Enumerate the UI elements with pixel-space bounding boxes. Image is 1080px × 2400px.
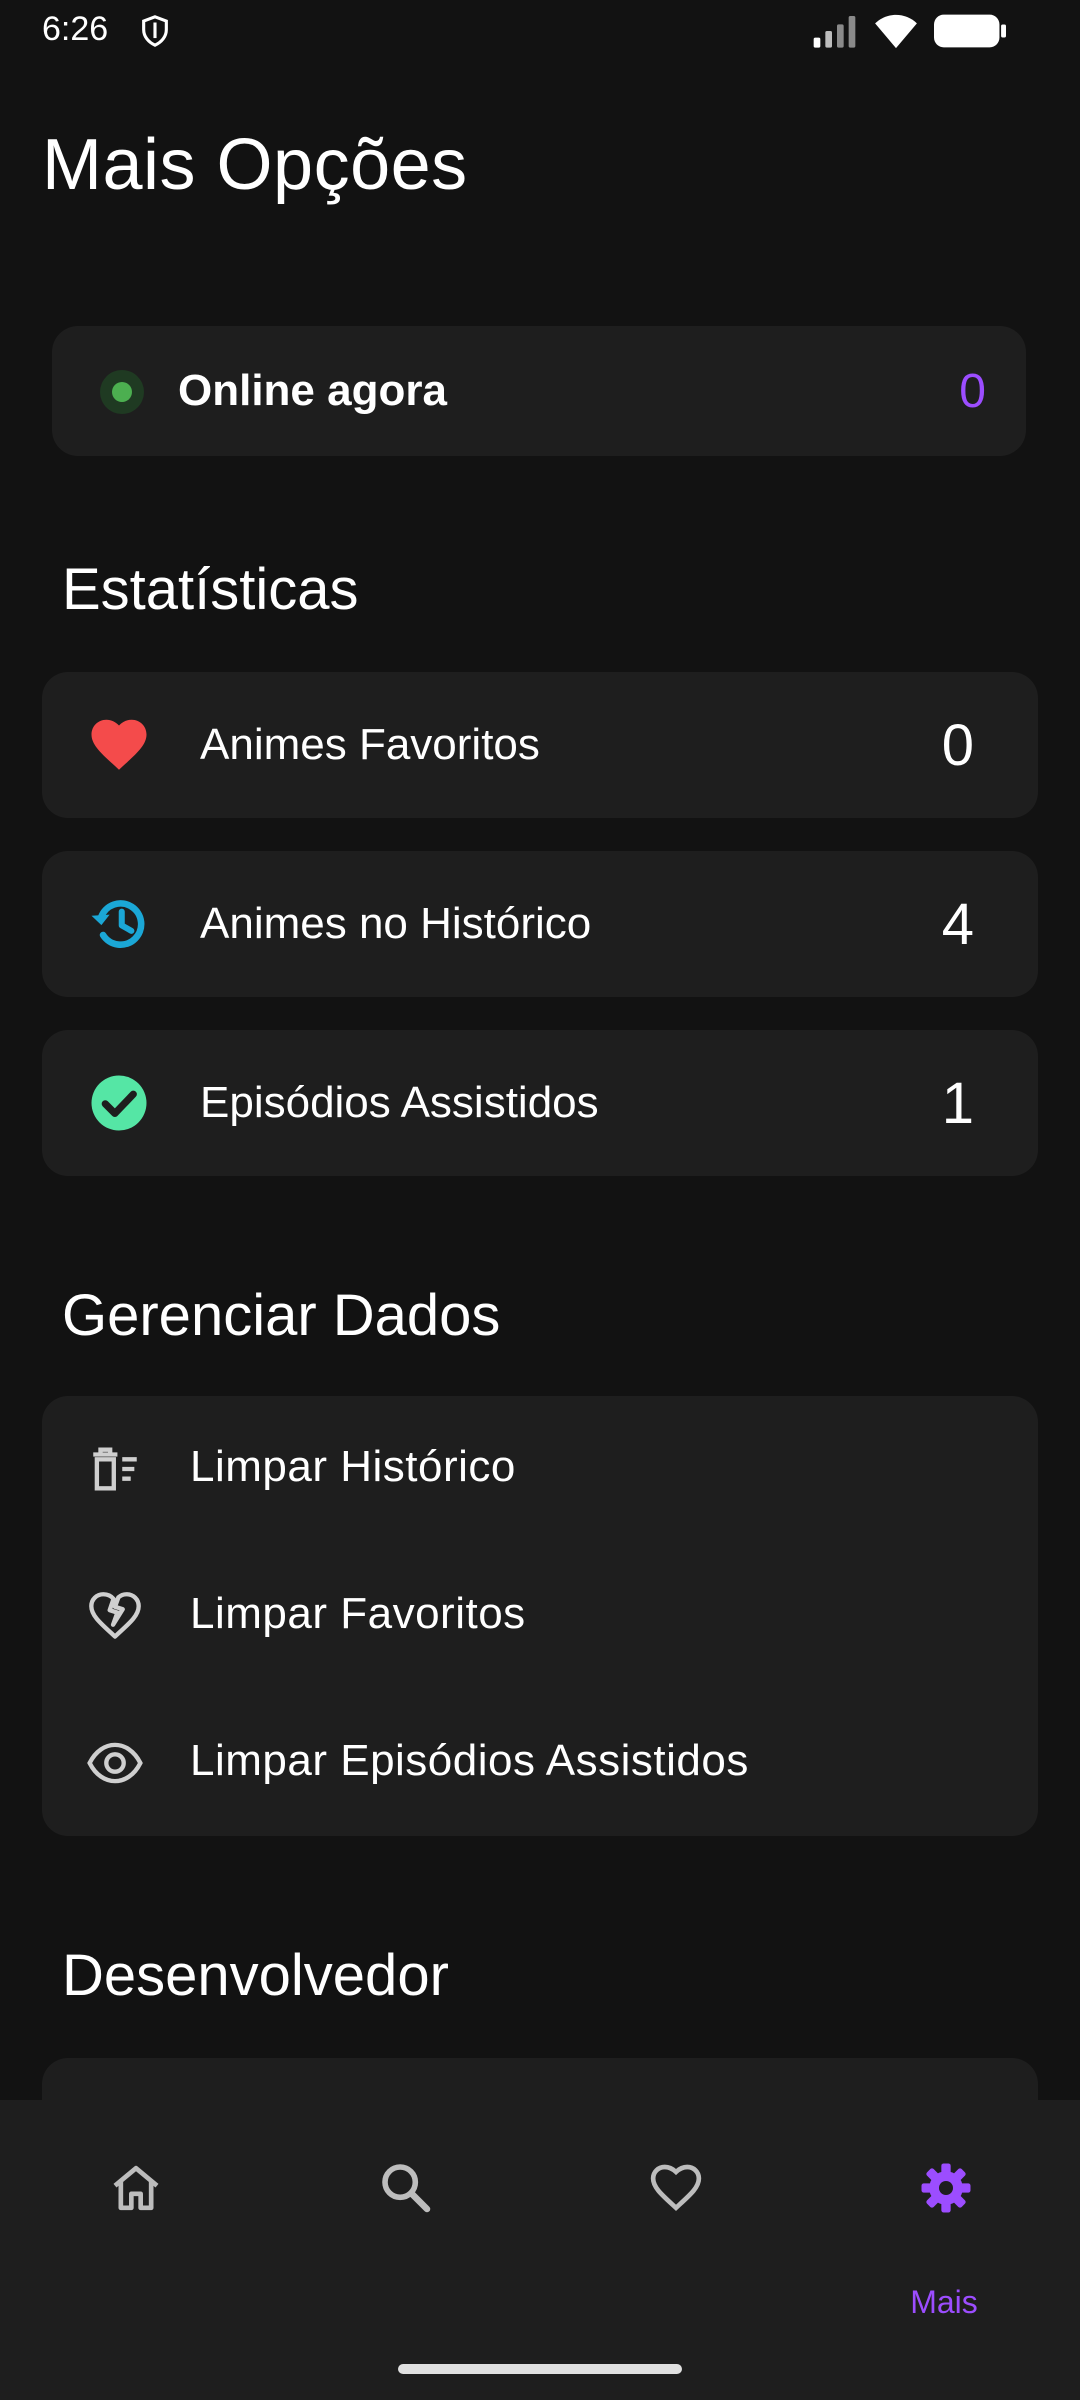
nav-search[interactable] (304, 2160, 504, 2300)
heart-broken-icon (89, 1592, 141, 1639)
shield-icon (142, 15, 168, 47)
stat-label: Animes no Histórico (200, 899, 592, 948)
stat-label: Animes Favoritos (200, 720, 540, 769)
heart-icon (91, 719, 147, 770)
eye-icon (87, 1742, 143, 1784)
clear-history-button[interactable]: Limpar Histórico (42, 1396, 1038, 1542)
stat-card-history[interactable]: Animes no Histórico 4 (42, 851, 1038, 997)
section-title-statistics: Estatísticas (62, 557, 359, 622)
manage-label: Limpar Favoritos (190, 1589, 526, 1638)
nav-home[interactable] (34, 2160, 234, 2300)
bottom-navigation: Mais (0, 2100, 1080, 2400)
online-indicator-dot (112, 382, 132, 402)
signal-icon (813, 16, 856, 48)
section-title-manage-data: Gerenciar Dados (62, 1283, 501, 1348)
online-status-card: Online agora 0 (52, 326, 1026, 456)
battery-icon (934, 14, 1006, 48)
gear-icon (921, 2163, 971, 2213)
home-icon (113, 2165, 159, 2211)
manage-label: Limpar Histórico (190, 1442, 516, 1491)
stat-label: Episódios Assistidos (200, 1078, 599, 1127)
search-icon (382, 2164, 431, 2213)
clear-favorites-button[interactable]: Limpar Favoritos (42, 1543, 1038, 1689)
nav-more-label: Mais (910, 2284, 978, 2320)
clear-watched-episodes-button[interactable]: Limpar Episódios Assistidos (42, 1690, 1038, 1836)
stat-card-favorites[interactable]: Animes Favoritos 0 (42, 672, 1038, 818)
heart-outline-icon (650, 2164, 702, 2212)
online-count: 0 (959, 365, 986, 418)
delete-sweep-icon (93, 1447, 137, 1491)
stat-value: 1 (941, 1071, 974, 1136)
check-circle-icon (91, 1075, 147, 1131)
home-indicator[interactable] (398, 2364, 682, 2374)
nav-more[interactable]: Mais (844, 2160, 1044, 2320)
section-title-developer: Desenvolvedor (62, 1943, 449, 2008)
status-time: 6:26 (42, 10, 109, 48)
stat-card-watched[interactable]: Episódios Assistidos 1 (42, 1030, 1038, 1176)
manage-label: Limpar Episódios Assistidos (190, 1736, 749, 1785)
wifi-icon (875, 14, 917, 49)
nav-favorites[interactable] (574, 2160, 774, 2300)
stat-value: 4 (941, 892, 974, 957)
history-icon (91, 900, 145, 948)
page-title: Mais Opções (42, 125, 468, 205)
manage-data-card: Limpar Histórico Limpar Favoritos Limpar… (42, 1396, 1038, 1836)
stat-value: 0 (941, 713, 974, 778)
online-label: Online agora (178, 366, 447, 415)
